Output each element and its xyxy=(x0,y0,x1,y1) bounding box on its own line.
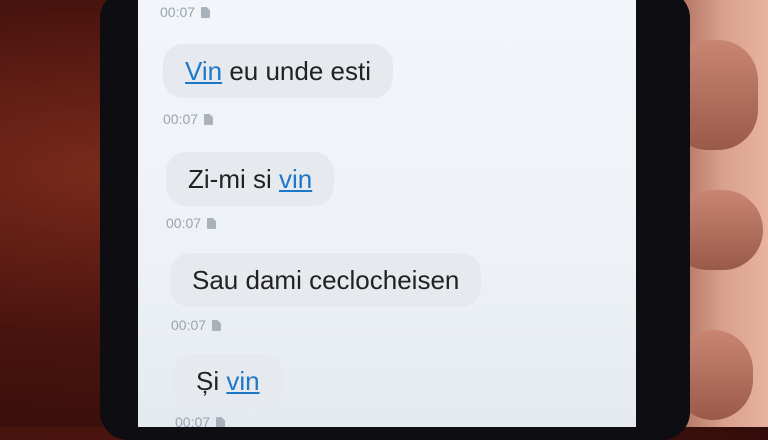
message-timestamp: 00:07 xyxy=(171,317,222,333)
message-link[interactable]: Vin xyxy=(185,56,222,86)
sim-card-icon xyxy=(207,217,217,229)
message-bubble[interactable]: Vin eu unde esti xyxy=(163,44,393,98)
message-bubble[interactable]: Sau dami ceclocheisen xyxy=(170,253,482,307)
message-text: Și xyxy=(196,366,227,396)
message-timestamp: 00:07 xyxy=(166,215,217,231)
message-text: Sau dami ceclocheisen xyxy=(192,265,460,295)
sim-card-icon xyxy=(204,113,214,125)
message-timestamp: 00:07 xyxy=(160,4,211,20)
sim-card-icon xyxy=(216,416,226,427)
message-bubble[interactable]: Zi-mi si vin xyxy=(166,152,335,206)
message-text: eu unde esti xyxy=(222,56,371,86)
message-bubble[interactable]: Și vin xyxy=(174,354,282,408)
sim-card-icon xyxy=(201,6,211,18)
message-link[interactable]: vin xyxy=(226,366,259,396)
message-thread[interactable]: 00:07 Vin eu unde esti 00:07 Zi-mi si vi… xyxy=(138,0,636,427)
message-timestamp: 00:07 xyxy=(175,414,226,427)
sim-card-icon xyxy=(212,319,222,331)
message-link[interactable]: vin xyxy=(279,164,312,194)
message-timestamp: 00:07 xyxy=(163,111,214,127)
message-text: Zi-mi si xyxy=(188,164,279,194)
